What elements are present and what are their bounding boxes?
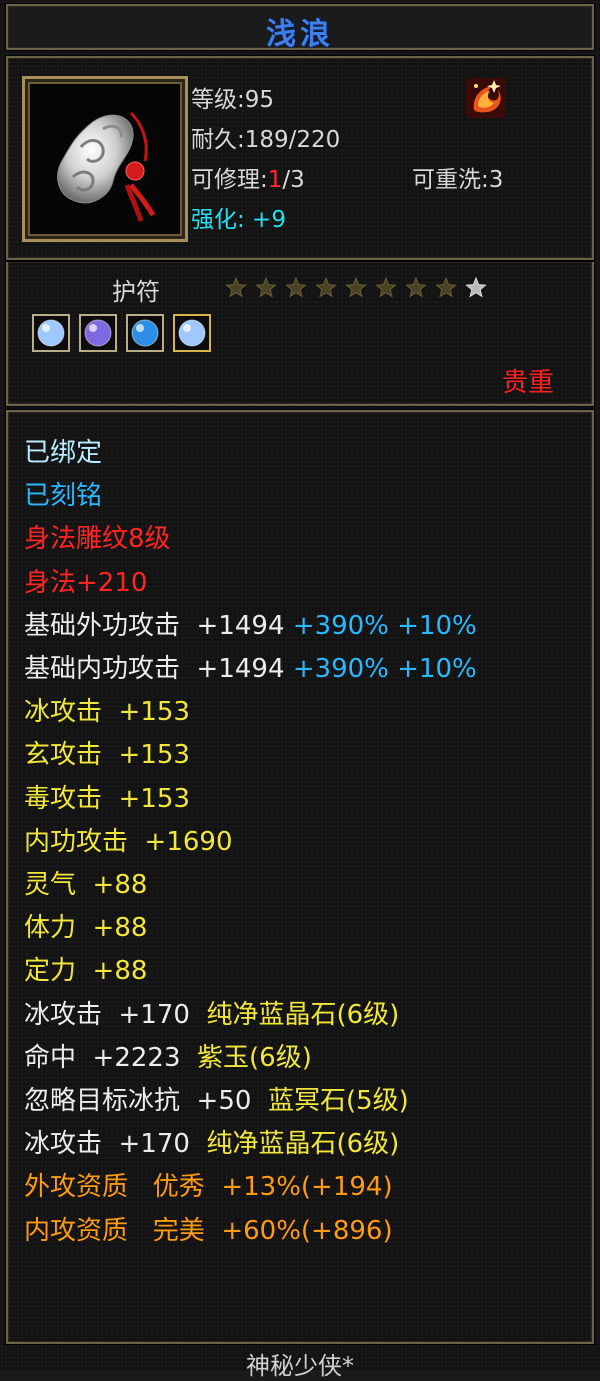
durability-value: 189/220	[244, 127, 341, 153]
property-segment: 已刻铭	[24, 481, 103, 512]
gem-ice-icon	[37, 319, 65, 347]
property-segment: 冰攻击 +170	[24, 1129, 207, 1160]
property-segment: 定力 +88	[24, 956, 148, 987]
star-filled-icon	[345, 276, 367, 298]
gem-blue-icon	[131, 319, 159, 347]
property-line: 玄攻击 +153	[24, 740, 190, 770]
level-label: 等级:	[191, 87, 245, 113]
gem-slot[interactable]	[126, 314, 164, 352]
gem-slot[interactable]	[173, 314, 211, 352]
star-filled-icon	[225, 276, 247, 298]
property-line: 基础内功攻击 +1494 +390% +10%	[24, 654, 477, 684]
property-segment: 基础内功攻击 +1494	[24, 654, 293, 684]
star-filled-icon	[375, 276, 397, 298]
property-line: 外攻资质 优秀 +13%(+194)	[24, 1172, 393, 1202]
property-segment: 基础外功攻击 +1494	[24, 610, 293, 641]
level-row: 等级:95	[191, 80, 274, 114]
item-info-panel: 等级:95 耐久:189/220 可修理:1/3 可重洗:3 强化: +9	[6, 56, 594, 260]
repair-label: 可修理:	[191, 167, 268, 193]
property-segment: 纯净蓝晶石(6级)	[206, 1129, 400, 1160]
property-segment: 冰攻击 +170	[24, 999, 207, 1030]
durability-label: 耐久:	[191, 127, 245, 153]
rewash-value: 3	[488, 167, 504, 193]
property-line: 已刻铭	[24, 481, 102, 511]
star-filled-icon	[255, 276, 277, 298]
star-empty-icon	[465, 276, 487, 298]
gem-slots	[32, 314, 211, 352]
property-line: 冰攻击 +153	[24, 697, 190, 727]
repair-current: 1	[267, 167, 283, 193]
rewash-label: 可重洗:	[412, 167, 489, 193]
star-filled-icon	[315, 276, 337, 298]
property-segment: 冰攻击 +153	[24, 697, 190, 728]
property-line: 命中 +2223 紫玉(6级)	[24, 1043, 312, 1073]
property-line: 基础外功攻击 +1494 +390% +10%	[24, 611, 477, 641]
property-line: 毒攻击 +153	[24, 784, 190, 814]
property-segment: 玄攻击 +153	[24, 740, 190, 771]
property-segment: 已绑定	[24, 438, 103, 468]
property-segment: 忽略目标冰抗 +50	[24, 1086, 268, 1116]
item-tooltip: 浅浪 等级:95 耐久:189/220 可修理:1/3 可重洗:3 强化: +9…	[0, 0, 600, 1380]
star-filled-icon	[405, 276, 427, 298]
property-segment: 紫玉(6级)	[197, 1042, 312, 1073]
property-line: 身法+210	[24, 568, 147, 598]
property-segment: 身法+210	[24, 567, 148, 598]
star-filled-icon	[435, 276, 457, 298]
property-segment: 体力 +88	[24, 913, 148, 944]
property-line: 内攻资质 完美 +60%(+896)	[24, 1216, 393, 1246]
property-segment: 身法雕纹8级	[24, 524, 171, 555]
level-value: 95	[244, 87, 275, 113]
property-line: 冰攻击 +170 纯净蓝晶石(6级)	[24, 1129, 399, 1159]
property-segment: +390% +10%	[292, 654, 477, 684]
property-segment: 内功攻击 +1690	[24, 826, 233, 857]
rarity-label: 贵重	[501, 368, 554, 398]
phoenix-emblem-icon	[466, 78, 506, 118]
property-segment: 内攻资质 完美 +60%(+896)	[24, 1215, 393, 1246]
item-properties-panel: 已绑定已刻铭身法雕纹8级 身法+210 基础外功攻击 +1494 +390% +10…	[6, 410, 594, 1344]
property-line: 内功攻击 +1690	[24, 827, 232, 857]
repair-row: 可修理:1/3	[191, 160, 305, 194]
property-segment: 外攻资质 优秀 +13%(+194)	[24, 1172, 393, 1203]
property-line: 定力 +88	[24, 956, 147, 986]
gem-slot[interactable]	[32, 314, 70, 352]
enhance-row: 强化: +9	[191, 200, 286, 234]
property-segment: 命中 +2223	[24, 1042, 198, 1073]
property-line: 体力 +88	[24, 913, 147, 943]
property-line: 身法雕纹8级	[24, 524, 171, 554]
property-line: 灵气 +88	[24, 870, 147, 900]
maker-name: 神秘少侠*	[246, 1352, 354, 1380]
property-segment: +390% +10%	[292, 610, 477, 641]
item-summary-panel: 护符 贵重	[6, 262, 594, 406]
rewash-row: 可重洗:3	[412, 160, 503, 194]
title-bar: 浅浪	[6, 4, 594, 52]
gem-purple-icon	[84, 319, 112, 347]
repair-max: /3	[282, 167, 305, 193]
property-segment: 纯净蓝晶石(6级)	[206, 999, 400, 1030]
item-name: 浅浪	[266, 17, 334, 52]
gem-slot[interactable]	[79, 314, 117, 352]
item-icon-frame	[22, 76, 188, 242]
property-segment: 毒攻击 +153	[24, 783, 190, 814]
enhance-label: 强化:	[191, 207, 245, 233]
durability-row: 耐久:189/220	[191, 120, 340, 154]
property-line: 忽略目标冰抗 +50 蓝冥石(5级)	[24, 1086, 409, 1116]
property-segment: 蓝冥石(5级)	[267, 1086, 409, 1116]
amulet-icon	[57, 111, 156, 222]
star-rating	[224, 276, 488, 300]
gem-ice-icon	[178, 319, 206, 347]
property-line: 已绑定	[24, 438, 102, 468]
star-filled-icon	[285, 276, 307, 298]
property-segment: 灵气 +88	[24, 870, 148, 900]
item-category: 护符	[112, 278, 160, 306]
enhance-value: +9	[244, 207, 286, 233]
property-line: 冰攻击 +170 纯净蓝晶石(6级)	[24, 1000, 399, 1030]
